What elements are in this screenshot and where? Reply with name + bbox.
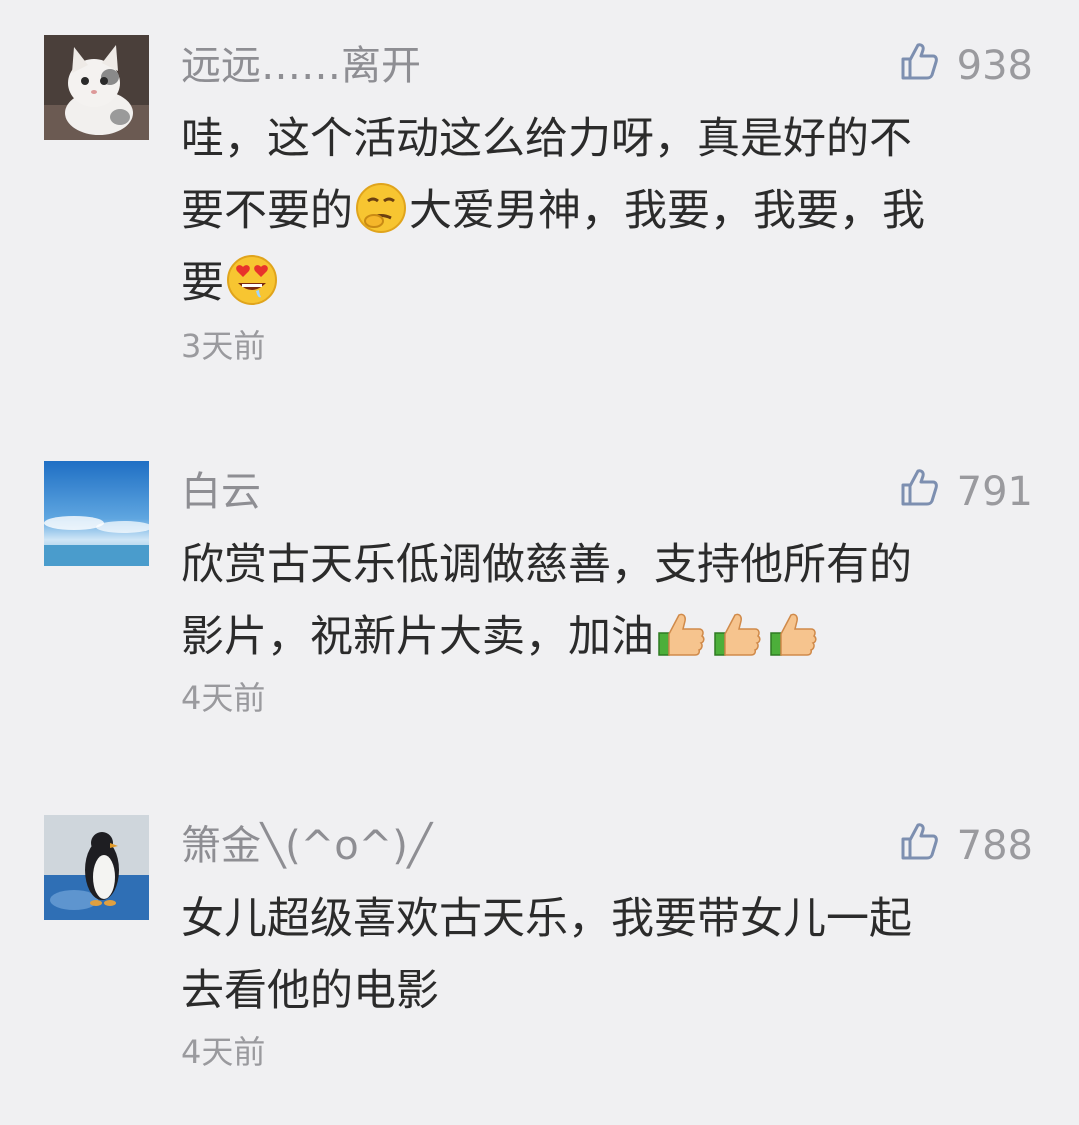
username[interactable]: 箫金╲(^o^)╱ [181,819,432,873]
comment-text-segment: 要 [181,258,224,308]
heart-eyes-drool-icon [225,253,279,307]
like-count: 791 [956,469,1033,515]
thumbs-up-emoji-icon [655,607,709,661]
comment-text-segment: 哇，这个活动这么给力呀，真是好的不 [181,114,912,164]
comment-text-segment: 女儿超级喜欢古天乐，我要带女儿一起 [181,894,912,944]
like-count: 938 [956,43,1033,89]
thumbs-up-icon [899,467,957,517]
avatar-cat[interactable] [44,35,149,140]
avatar-sky[interactable] [44,461,149,566]
thumbs-up-icon [899,41,957,91]
like-button[interactable]: 788 [899,819,1033,873]
avatar-penguin[interactable] [44,815,149,920]
like-count: 788 [956,823,1033,869]
comment-text-segment: 大爱男神，我要，我要，我 [409,186,925,236]
username[interactable]: 白云 [181,465,261,519]
thumbs-up-emoji-icon [711,607,765,661]
thumbs-up-icon [899,821,957,871]
comment-time: 4天前 [181,679,266,717]
smirk-face-icon [354,181,408,235]
username[interactable]: 远远……离开 [181,39,421,93]
thumbs-up-emoji-icon [767,607,821,661]
comment-time: 3天前 [181,327,266,365]
comment-text-segment: 影片，祝新片大卖，加油 [181,612,654,662]
comment-text: 欣赏古天乐低调做慈善，支持他所有的 影片，祝新片大卖，加油 [181,529,1031,673]
comment-time: 4天前 [181,1033,266,1071]
like-button[interactable]: 938 [899,39,1033,93]
comment-text: 哇，这个活动这么给力呀，真是好的不 要不要的 大爱男神，我要，我要，我 要 [181,103,1031,319]
comment-text-segment: 欣赏古天乐低调做慈善，支持他所有的 [181,540,912,590]
comment-text-segment: 要不要的 [181,186,353,236]
like-button[interactable]: 791 [899,465,1033,519]
comment-text-segment: 去看他的电影 [181,966,439,1016]
comment-text: 女儿超级喜欢古天乐，我要带女儿一起 去看他的电影 [181,883,1031,1027]
